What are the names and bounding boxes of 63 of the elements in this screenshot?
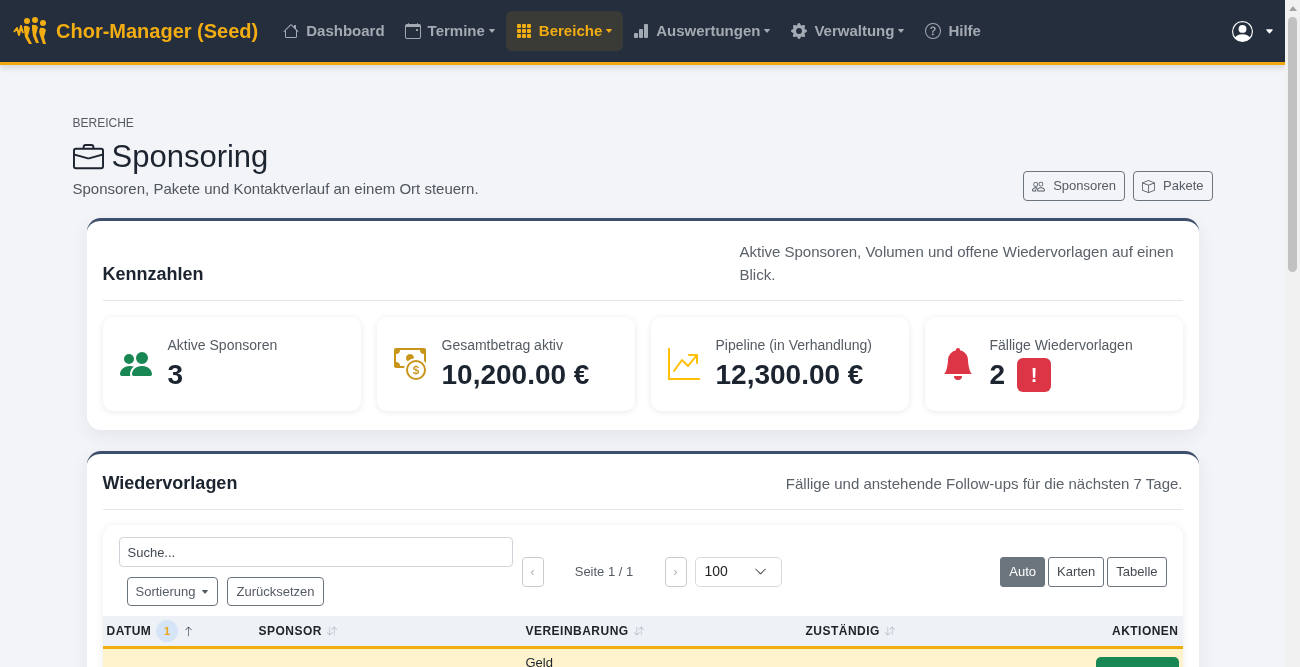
caret-icon [487,27,496,35]
people-icon [1032,179,1046,193]
page-title: Sponsoring [111,138,269,176]
stat-label: Fällige Wiedervorlagen [989,336,1133,354]
bar-chart-icon [633,23,650,39]
section-description: Fällige und anstehende Follow-ups für die nächsten 7 Tage. [785,473,1183,494]
view-toggle-button[interactable]: Tabelle [1107,556,1167,587]
gear-icon [791,23,808,39]
sort-menu-button[interactable]: Sortierung [126,577,219,606]
section-title: Wiedervorlagen [102,472,238,495]
page-subtitle: Sponsoren, Pakete und Kontaktverlauf an einem Ort steuern. [72,179,479,199]
sort-icon [326,626,337,636]
stat-value: 10,200.00 € [441,358,590,392]
header-action-button[interactable]: Pakete [1133,171,1213,201]
nav-link[interactable]: Hilfe [915,11,991,51]
box-icon [1142,179,1155,193]
table-cell: Geld [525,655,553,667]
nav-link[interactable]: Termine [394,11,506,51]
stat-value: 2 [989,358,1006,392]
caret-icon [897,27,906,35]
caret-icon [763,27,772,35]
user-avatar-icon [1232,20,1253,42]
nav-link[interactable]: Bereiche [505,11,624,51]
scrollbar[interactable] [1285,0,1300,667]
caret-icon [605,27,614,35]
section-title: Kennzahlen [102,263,204,286]
column-header: AKTIONEN [1112,623,1179,640]
page-indicator: Seite 1 / 1 [573,562,635,581]
caret-icon [1265,26,1274,36]
brand-link[interactable]: Chor-Manager (Seed) [13,16,259,46]
search-field[interactable]: Suche... [118,537,513,567]
reset-button[interactable]: Zurücksetzen [227,577,324,606]
grid-icon [515,23,532,39]
alert-badge: ! [1017,358,1052,392]
sort-icon [633,626,644,636]
view-toggle-button[interactable]: Karten [1048,556,1105,587]
section-description: Aktive Sponsoren, Volumen und offene Wiedervorlagen auf einen Blick. [739,242,1175,285]
nav-link[interactable]: Verwaltung [781,11,916,51]
stat-label: Aktive Sponsoren [167,336,278,354]
calendar-icon [404,23,421,39]
scrollbar-thumb[interactable] [1288,17,1297,272]
user-menu-button[interactable] [1232,20,1274,42]
stat-label: Gesamtbetrag aktiv [441,336,564,354]
dancers-logo-icon [13,16,49,46]
sort-rank-badge: 1 [156,620,179,642]
nav-link[interactable]: Auswertungen [623,11,782,51]
sort-icon [884,626,895,636]
view-toggle-button[interactable]: Auto [1000,556,1045,587]
house-icon [283,23,300,39]
column-header[interactable]: SPONSOR [258,622,337,640]
column-header[interactable]: DATUM 1 [106,620,195,642]
nav-link[interactable]: Dashboard [273,11,395,51]
header-action-button[interactable]: Sponsoren [1023,171,1125,201]
column-header[interactable]: VEREINBARUNG [525,622,644,640]
stat-value: 3 [167,358,184,392]
help-icon [925,23,942,39]
column-header[interactable]: ZUSTÄNDIG [805,622,895,640]
page-size-select[interactable]: 100 [694,556,782,587]
breadcrumb: BEREICHE [72,115,135,131]
stat-label: Pipeline (in Verhandlung) [715,336,872,354]
stat-value: 12,300.00 € [715,358,864,392]
scroll-up-icon [1288,6,1297,11]
caret-icon [201,587,210,596]
